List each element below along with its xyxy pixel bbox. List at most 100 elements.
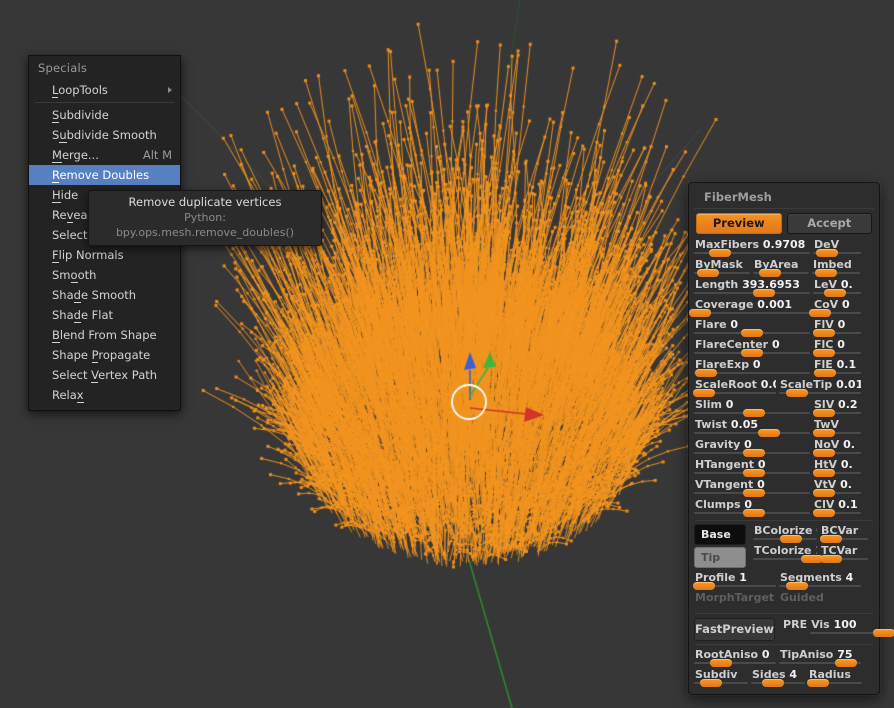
menu-item-looptools[interactable]: LoopTools — [29, 80, 180, 100]
flare-knob[interactable] — [741, 329, 763, 337]
twist-knob[interactable] — [758, 429, 780, 437]
flarecenter-slider[interactable]: FlareCenter 0 — [694, 338, 810, 357]
bymask-knob[interactable] — [697, 269, 719, 277]
slim-slider[interactable]: Slim 0 — [694, 398, 810, 417]
subdiv-knob[interactable] — [700, 679, 722, 687]
htangent-slider[interactable]: HTangent 0 — [694, 458, 810, 477]
scaletip-knob[interactable] — [786, 389, 808, 397]
bcolorize-knob[interactable] — [780, 535, 802, 543]
tip-button[interactable]: Tip — [694, 547, 746, 568]
menu-item-blend-from-shape[interactable]: Blend From Shape — [29, 325, 180, 345]
tipaniso-knob[interactable] — [835, 659, 857, 667]
tipaniso-slider[interactable]: TipAniso 75 — [779, 648, 861, 667]
twv-slider[interactable]: TwV — [813, 418, 861, 437]
tcvar-knob[interactable] — [820, 555, 842, 563]
fle-knob[interactable] — [814, 369, 836, 377]
vis-slider[interactable]: Vis 100 — [810, 618, 890, 637]
bcvar-knob[interactable] — [820, 535, 842, 543]
htangent-knob[interactable] — [743, 469, 765, 477]
tcolorize-slider[interactable]: TColorize 1 — [753, 544, 817, 563]
rootaniso-knob[interactable] — [710, 659, 732, 667]
maxfibers-slider[interactable]: MaxFibers 0.9708 — [694, 238, 810, 257]
fastpreview-button[interactable]: FastPreview — [694, 618, 775, 641]
fibermesh-panel[interactable]: FiberMesh Preview Accept MaxFibers 0.970… — [688, 182, 880, 695]
menu-item-merge[interactable]: Merge...Alt M — [29, 145, 180, 165]
coverage-slider[interactable]: Coverage 0.001 — [694, 298, 810, 317]
byarea-slider[interactable]: ByArea — [753, 258, 809, 277]
twv-knob[interactable] — [813, 429, 835, 437]
menu-item-relax[interactable]: Relax — [29, 385, 180, 405]
vtangent-slider[interactable]: VTangent 0 — [694, 478, 810, 497]
flareexp-slider[interactable]: FlareExp 0 — [694, 358, 810, 377]
imbed-slider[interactable]: Imbed — [812, 258, 860, 277]
profile-slider[interactable]: Profile 1 — [694, 571, 776, 590]
base-tip-toggle[interactable]: Base Tip — [694, 524, 746, 570]
slv-knob[interactable] — [813, 409, 835, 417]
clumps-knob[interactable] — [743, 509, 765, 517]
menu-item-shade-smooth[interactable]: Shade Smooth — [29, 285, 180, 305]
menu-item-select-vertex-path[interactable]: Select Vertex Path — [29, 365, 180, 385]
flc-slider[interactable]: FlC 0 — [813, 338, 861, 357]
menu-item-remove-doubles[interactable]: Remove Doubles — [29, 165, 180, 185]
flarecenter-knob[interactable] — [741, 349, 763, 357]
rootaniso-slider[interactable]: RootAniso 0 — [694, 648, 776, 667]
clv-knob[interactable] — [813, 509, 835, 517]
gravity-knob[interactable] — [743, 449, 765, 457]
guided-slider[interactable]: Guided — [779, 591, 861, 610]
slv-slider[interactable]: SlV 0.2 — [813, 398, 861, 417]
flv-knob[interactable] — [813, 329, 835, 337]
clv-slider[interactable]: ClV 0.1 — [813, 498, 861, 517]
vis-knob[interactable] — [873, 629, 894, 637]
nov-slider[interactable]: NoV 0. — [813, 438, 861, 457]
lev-knob[interactable] — [824, 289, 846, 297]
scaleroot-slider[interactable]: ScaleRoot 0.0 — [694, 378, 776, 397]
htv-knob[interactable] — [813, 469, 835, 477]
subdiv-slider[interactable]: Subdiv — [694, 668, 748, 687]
vtv-knob[interactable] — [813, 489, 835, 497]
profile-knob[interactable] — [693, 582, 715, 590]
maxfibers-knob[interactable] — [709, 249, 731, 257]
slim-knob[interactable] — [743, 409, 765, 417]
fle-slider[interactable]: FlE 0.1 — [813, 358, 861, 377]
bcolorize-slider[interactable]: BColorize 0.5 — [753, 524, 817, 543]
sides-knob[interactable] — [762, 679, 784, 687]
tcvar-slider[interactable]: TCVar — [820, 544, 868, 563]
flare-slider[interactable]: Flare 0 — [694, 318, 810, 337]
dev-knob[interactable] — [816, 249, 838, 257]
menu-item-shape-propagate[interactable]: Shape Propagate — [29, 345, 180, 365]
cov-slider[interactable]: CoV 0 — [813, 298, 861, 317]
preview-button[interactable]: Preview — [696, 213, 782, 234]
radius-slider[interactable]: Radius — [808, 668, 862, 687]
accept-button[interactable]: Accept — [787, 213, 873, 234]
nov-knob[interactable] — [813, 449, 835, 457]
menu-item-subdivide[interactable]: Subdivide — [29, 105, 180, 125]
gravity-slider[interactable]: Gravity 0 — [694, 438, 810, 457]
coverage-track[interactable] — [694, 312, 810, 314]
twist-track[interactable] — [694, 432, 810, 434]
scaletip-slider[interactable]: ScaleTip 0.01 — [779, 378, 861, 397]
bcvar-slider[interactable]: BCVar — [820, 524, 868, 543]
flc-knob[interactable] — [813, 349, 835, 357]
htv-slider[interactable]: HtV 0. — [813, 458, 861, 477]
scaleroot-knob[interactable] — [693, 389, 715, 397]
imbed-knob[interactable] — [815, 269, 837, 277]
menu-item-subdivide-smooth[interactable]: Subdivide Smooth — [29, 125, 180, 145]
cov-knob[interactable] — [809, 309, 831, 317]
flareexp-knob[interactable] — [695, 369, 717, 377]
vtangent-knob[interactable] — [743, 489, 765, 497]
menu-item-smooth[interactable]: Smooth — [29, 265, 180, 285]
lev-slider[interactable]: LeV 0. — [813, 278, 861, 297]
rootaniso-track[interactable] — [694, 662, 776, 664]
menu-item-flip-normals[interactable]: Flip Normals — [29, 245, 180, 265]
length-knob[interactable] — [753, 289, 775, 297]
clumps-slider[interactable]: Clumps 0 — [694, 498, 810, 517]
segments-knob[interactable] — [786, 582, 808, 590]
vtv-slider[interactable]: VtV 0. — [813, 478, 861, 497]
dev-slider[interactable]: DeV — [813, 238, 861, 257]
menu-item-shade-flat[interactable]: Shade Flat — [29, 305, 180, 325]
radius-knob[interactable] — [807, 679, 829, 687]
flv-slider[interactable]: FlV 0 — [813, 318, 861, 337]
base-button[interactable]: Base — [694, 524, 746, 545]
byarea-knob[interactable] — [759, 269, 781, 277]
morphtarget-slider[interactable]: MorphTarget — [694, 591, 776, 610]
